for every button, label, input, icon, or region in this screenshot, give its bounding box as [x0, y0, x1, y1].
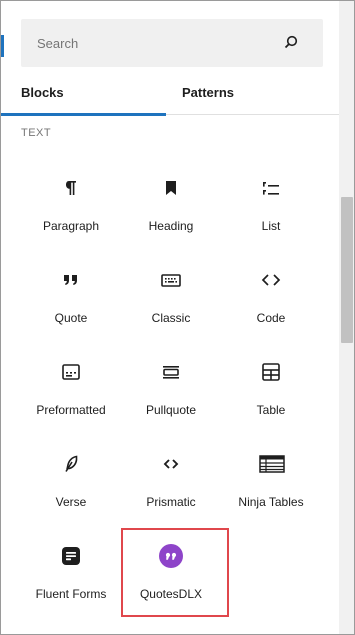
block-label: Quote — [54, 311, 88, 325]
list-icon — [259, 176, 283, 200]
block-verse[interactable]: Verse — [21, 432, 121, 524]
block-label: Prismatic — [146, 495, 196, 509]
tab-blocks[interactable]: Blocks — [1, 75, 166, 116]
heading-bookmark-icon — [159, 176, 183, 200]
block-list[interactable]: List — [221, 156, 321, 248]
search-box[interactable] — [21, 19, 323, 67]
block-code[interactable]: Code — [221, 248, 321, 340]
block-label: Heading — [148, 219, 194, 233]
block-pullquote[interactable]: Pullquote — [121, 340, 221, 432]
keyboard-icon — [159, 268, 183, 292]
quote-icon — [59, 268, 83, 292]
code-brackets-icon — [159, 452, 183, 476]
block-prismatic[interactable]: Prismatic — [121, 432, 221, 524]
preformatted-icon — [59, 360, 83, 384]
block-paragraph[interactable]: Paragraph — [21, 156, 121, 248]
block-label: Fluent Forms — [35, 587, 107, 601]
block-label: List — [261, 219, 281, 233]
ninja-tables-icon — [259, 452, 285, 476]
block-inserter-panel: Blocks Patterns TEXT Paragraph Heading L… — [0, 0, 355, 635]
search-icon[interactable] — [281, 33, 301, 53]
quotesdlx-highlight-box — [121, 528, 229, 617]
block-label: Pullquote — [145, 403, 197, 417]
block-ninja-tables[interactable]: Ninja Tables — [221, 432, 321, 524]
code-icon — [259, 268, 283, 292]
category-label: TEXT — [21, 127, 52, 139]
feather-icon — [59, 452, 83, 476]
edge-marker — [1, 35, 4, 57]
block-label: Code — [256, 311, 286, 325]
block-label: Table — [256, 403, 286, 417]
block-table[interactable]: Table — [221, 340, 321, 432]
block-preformatted[interactable]: Preformatted — [21, 340, 121, 432]
block-quote[interactable]: Quote — [21, 248, 121, 340]
table-icon — [259, 360, 283, 384]
block-label: Verse — [55, 495, 87, 509]
block-label: Ninja Tables — [238, 495, 304, 509]
block-fluent-forms[interactable]: Fluent Forms — [21, 524, 121, 616]
paragraph-icon — [59, 176, 83, 200]
block-label: Paragraph — [42, 219, 100, 233]
block-label: Preformatted — [36, 403, 106, 417]
scrollbar-thumb[interactable] — [341, 197, 353, 343]
inserter-tabs: Blocks Patterns — [1, 75, 339, 116]
block-heading[interactable]: Heading — [121, 156, 221, 248]
block-classic[interactable]: Classic — [121, 248, 221, 340]
fluent-forms-icon — [59, 544, 83, 568]
pullquote-icon — [159, 360, 183, 384]
search-input[interactable] — [21, 19, 281, 67]
block-label: Classic — [151, 311, 191, 325]
tab-patterns[interactable]: Patterns — [166, 75, 339, 115]
